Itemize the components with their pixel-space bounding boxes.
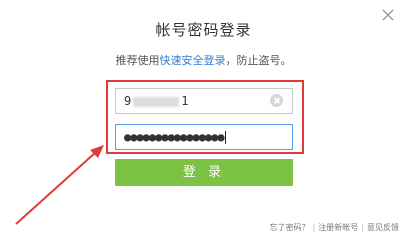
footer-separator: | <box>361 223 364 232</box>
password-field[interactable]: ●●●●●●●●●●●●●●●● <box>115 124 293 150</box>
username-blurred-region <box>133 96 180 107</box>
text-cursor <box>224 131 226 144</box>
footer-links: 忘了密码？ | 注册新帐号 | 意见反馈 <box>270 222 399 233</box>
login-dialog: 帐号密码登录 推荐使用快速安全登录，防止盗号。 91 ●●●●●●●●●●●●●… <box>0 0 407 240</box>
clear-input-icon[interactable] <box>270 94 283 107</box>
username-field[interactable]: 91 <box>115 88 293 114</box>
footer-separator: | <box>312 223 316 232</box>
quick-secure-login-link[interactable]: 快速安全登录 <box>160 54 226 67</box>
login-recommendation: 推荐使用快速安全登录，防止盗号。 <box>0 52 407 68</box>
username-visible-start: 9 <box>124 94 132 108</box>
dialog-title: 帐号密码登录 <box>155 21 252 39</box>
password-masked-value: ●●●●●●●●●●●●●●●● <box>124 130 225 144</box>
subtitle-suffix: ，防止盗号。 <box>225 54 292 67</box>
login-button[interactable]: 登 录 <box>115 159 293 186</box>
feedback-link[interactable]: 意见反馈 <box>367 223 399 232</box>
username-visible-end: 1 <box>181 94 189 108</box>
register-link[interactable]: 注册新帐号 <box>318 223 358 232</box>
forgot-password-link[interactable]: 忘了密码？ <box>270 223 310 232</box>
subtitle-prefix: 推荐使用 <box>115 54 160 67</box>
